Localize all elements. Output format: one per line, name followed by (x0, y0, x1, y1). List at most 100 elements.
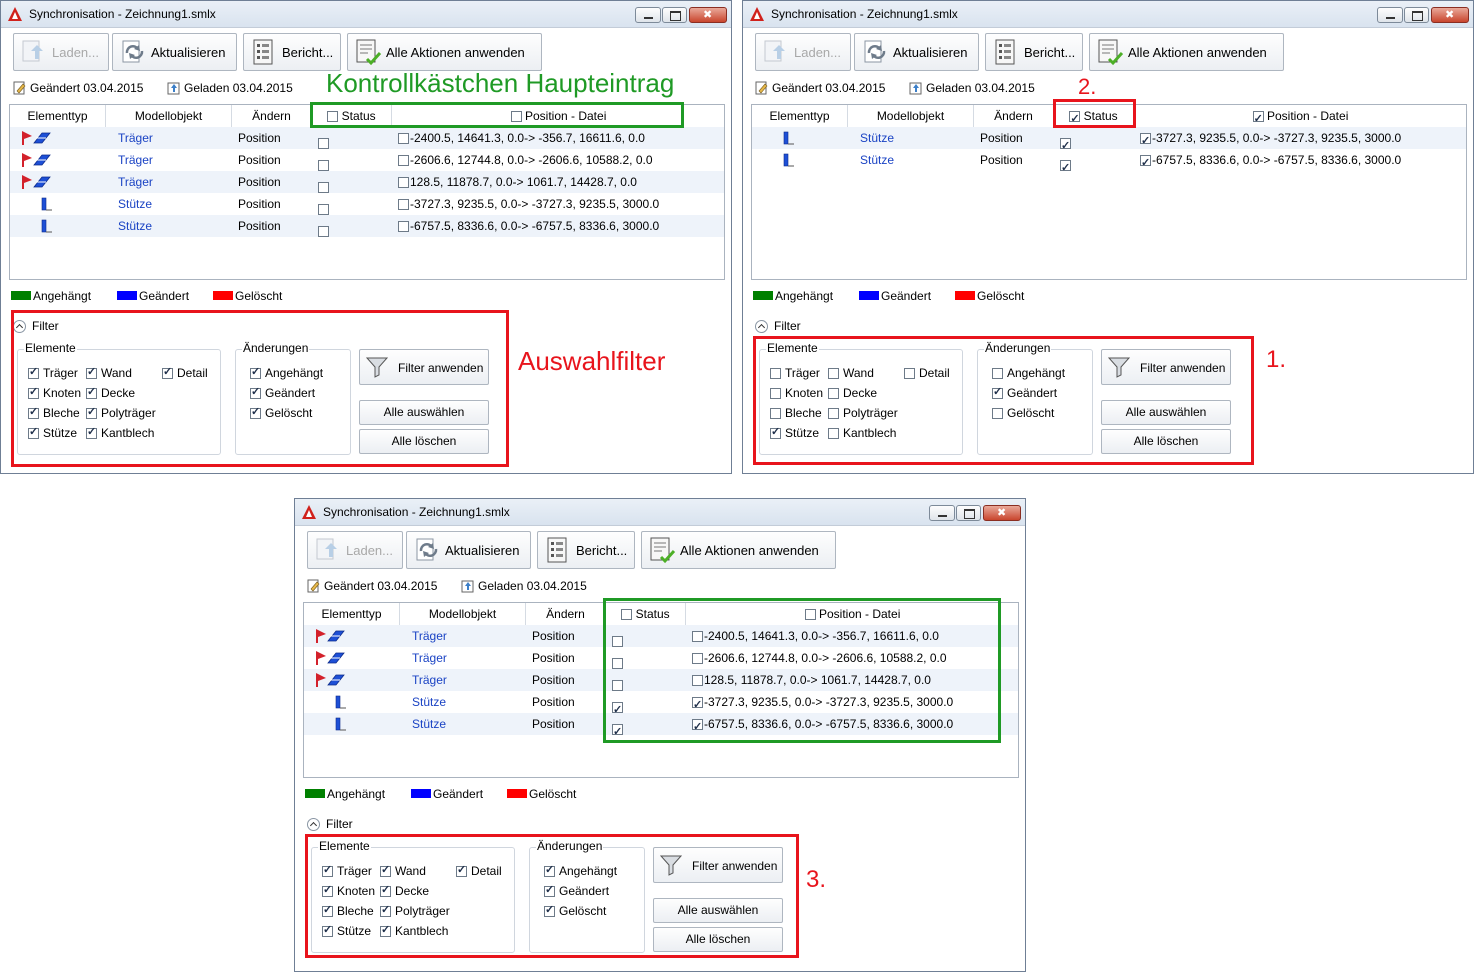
status-checkbox[interactable] (318, 204, 329, 215)
model-object-link[interactable]: Stütze (412, 691, 446, 713)
aktualisieren-button[interactable]: Aktualisieren (112, 33, 237, 71)
title-bar: Synchronisation - Zeichnung1.smlx (295, 499, 1025, 526)
status-checkbox[interactable] (318, 160, 329, 171)
position-cell: -6757.5, 8336.6, 0.0-> -6757.5, 8336.6, … (398, 215, 659, 237)
loaded-doc-icon (167, 82, 180, 95)
laden-label: Laden... (52, 45, 99, 60)
position-checkbox[interactable] (398, 199, 409, 210)
model-object-link[interactable]: Stütze (860, 127, 894, 149)
legend-geaendert-label: Geändert (139, 289, 190, 303)
position-text: -6757.5, 8336.6, 0.0-> -6757.5, 8336.6, … (1152, 153, 1402, 167)
status-checkbox[interactable] (1060, 135, 1071, 157)
close-button[interactable] (983, 505, 1021, 521)
model-object-link[interactable]: Träger (412, 647, 447, 669)
changes-grid: Elementtyp Modellobjekt Ändern Status Po… (751, 104, 1467, 280)
model-object-link[interactable]: Träger (118, 127, 153, 149)
legend-angehaengt: Angehängt (11, 289, 91, 303)
window-title: Synchronisation - Zeichnung1.smlx (323, 505, 510, 519)
legend-angehaengt-label: Angehängt (33, 289, 92, 303)
col-modellobjekt[interactable]: Modellobjekt (848, 105, 974, 127)
model-object-link[interactable]: Träger (118, 171, 153, 193)
model-object-link[interactable]: Stütze (118, 193, 152, 215)
col-elementtyp[interactable]: Elementtyp (304, 603, 400, 625)
position-checkbox[interactable] (1140, 130, 1151, 152)
table-row[interactable]: Träger Position -2400.5, 14641.3, 0.0-> -3… (10, 127, 724, 149)
change-type: Position (238, 131, 281, 145)
position-checkbox[interactable] (1140, 152, 1151, 174)
legend-geloescht-label: Gelöscht (235, 289, 283, 303)
change-type: Position (532, 651, 575, 665)
col-modellobjekt[interactable]: Modellobjekt (106, 105, 232, 127)
highlight-status-header (1053, 99, 1136, 128)
bericht-button[interactable]: Bericht... (243, 33, 341, 71)
apply-all-icon (356, 39, 382, 66)
col-modellobjekt[interactable]: Modellobjekt (400, 603, 526, 625)
minimize-button[interactable] (1377, 7, 1403, 23)
geladen-date: Geladen 03.04.2015 (926, 81, 1035, 95)
position-cell: -3727.3, 9235.5, 0.0-> -3727.3, 9235.5, … (1140, 127, 1401, 152)
report-icon (547, 537, 567, 563)
status-checkbox[interactable] (318, 226, 329, 237)
refresh-icon (416, 538, 438, 561)
highlight-filter-3 (305, 834, 799, 958)
model-object-link[interactable]: Stütze (412, 713, 446, 735)
minimize-button[interactable] (635, 7, 661, 23)
position-header-checkbox[interactable] (1252, 108, 1264, 130)
table-row[interactable]: Stütze Position -6757.5, 8336.6, 0.0-> -67… (10, 215, 724, 237)
model-object-link[interactable]: Stütze (118, 215, 152, 237)
table-row[interactable]: Stütze Position -6757.5, 8336.6, 0.0-> -67… (752, 149, 1466, 179)
minimize-button[interactable] (929, 505, 955, 521)
position-cell: -6757.5, 8336.6, 0.0-> -6757.5, 8336.6, … (1140, 149, 1402, 174)
legend-red-swatch (213, 291, 233, 300)
alle-aktionen-button[interactable]: Alle Aktionen anwenden (641, 531, 836, 569)
alle-aktionen-button[interactable]: Alle Aktionen anwenden (347, 33, 542, 71)
loaded-doc-icon (461, 580, 474, 593)
position-text: -2400.5, 14641.3, 0.0-> -356.7, 16611.6,… (410, 131, 645, 145)
col-aendern[interactable]: Ändern (974, 105, 1054, 127)
table-row[interactable]: Stütze Position -3727.3, 9235.5, 0.0-> -37… (752, 127, 1466, 157)
bericht-button[interactable]: Bericht... (537, 531, 635, 569)
aktualisieren-button[interactable]: Aktualisieren (406, 531, 531, 569)
status-checkbox[interactable] (318, 182, 329, 193)
col-aendern[interactable]: Ändern (232, 105, 312, 127)
table-row[interactable]: Träger Position 128.5, 11878.7, 0.0-> 1061… (10, 171, 724, 193)
status-checkbox[interactable] (318, 138, 329, 149)
position-checkbox[interactable] (398, 155, 409, 166)
aktualisieren-button[interactable]: Aktualisieren (854, 33, 979, 71)
model-object-link[interactable]: Stütze (860, 149, 894, 171)
col-elementtyp[interactable]: Elementtyp (10, 105, 106, 127)
maximize-button[interactable] (662, 7, 687, 23)
bericht-button[interactable]: Bericht... (985, 33, 1083, 71)
position-checkbox[interactable] (398, 133, 409, 144)
info-geaendert: Geändert 03.04.2015 (13, 81, 143, 95)
tekla-logo-icon (8, 7, 22, 21)
maximize-button[interactable] (956, 505, 981, 521)
filter-toggle[interactable]: Filter (307, 817, 353, 831)
table-row[interactable]: Stütze Position -3727.3, 9235.5, 0.0-> -37… (10, 193, 724, 215)
upload-icon (316, 538, 337, 560)
status-checkbox[interactable] (1060, 157, 1071, 179)
table-row[interactable]: Träger Position -2606.6, 12744.8, 0.0-> -2… (10, 149, 724, 171)
change-type: Position (532, 717, 575, 731)
col-aendern[interactable]: Ändern (526, 603, 606, 625)
close-button[interactable] (1431, 7, 1469, 23)
apply-all-icon (1098, 39, 1124, 66)
col-elementtyp[interactable]: Elementtyp (752, 105, 848, 127)
close-button[interactable] (689, 7, 727, 23)
position-checkbox[interactable] (398, 177, 409, 188)
legend-geaendert-label: Geändert (881, 289, 932, 303)
laden-button[interactable]: Laden... (307, 531, 403, 569)
legend-angehaengt-label: Angehängt (327, 787, 386, 801)
model-object-link[interactable]: Träger (412, 669, 447, 691)
geaendert-date: Geändert 03.04.2015 (30, 81, 144, 95)
alle-aktionen-button[interactable]: Alle Aktionen anwenden (1089, 33, 1284, 71)
model-object-link[interactable]: Träger (118, 149, 153, 171)
maximize-button[interactable] (1404, 7, 1429, 23)
laden-button[interactable]: Laden... (13, 33, 109, 71)
model-object-link[interactable]: Träger (412, 625, 447, 647)
info-geladen: Geladen 03.04.2015 (461, 579, 587, 593)
filter-toggle[interactable]: Filter (755, 319, 801, 333)
col-position[interactable]: Position - Datei (1134, 105, 1466, 130)
position-checkbox[interactable] (398, 221, 409, 232)
laden-button[interactable]: Laden... (755, 33, 851, 71)
